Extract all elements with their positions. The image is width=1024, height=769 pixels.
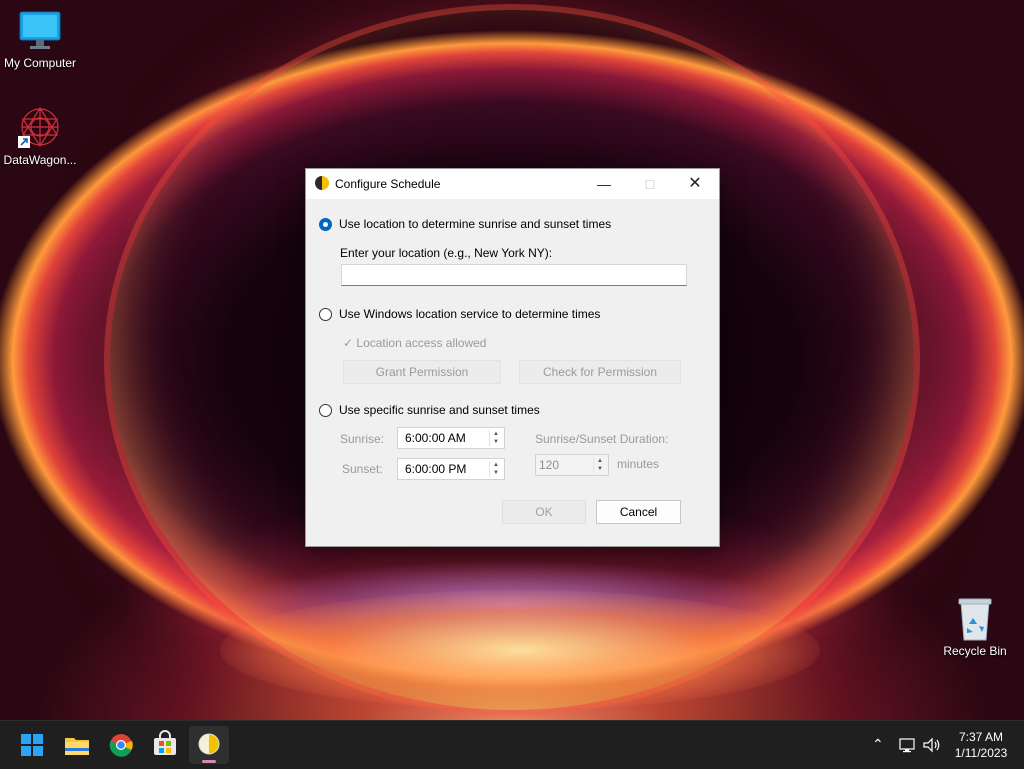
- spin-up-icon[interactable]: ▲: [490, 430, 502, 438]
- configure-schedule-dialog: Configure Schedule — □ ✕ Use location to…: [305, 168, 720, 547]
- file-explorer-button[interactable]: [57, 726, 97, 764]
- recycle-bin-icon: [953, 596, 997, 641]
- chevron-up-icon[interactable]: ⌃: [872, 736, 884, 753]
- location-prompt: Enter your location (e.g., New York NY):: [340, 246, 553, 260]
- spin-down-icon[interactable]: ▼: [594, 465, 606, 473]
- taskbar: ⌃ 7:37 AM 1/11/2023: [0, 720, 1024, 769]
- location-access-status: ✓ Location access allowed: [343, 336, 487, 350]
- desktop-icon-datawagon[interactable]: DataWagon...: [0, 105, 80, 167]
- sunrise-value: 6:00:00 AM: [405, 431, 466, 445]
- check-permission-button[interactable]: Check for Permission: [519, 360, 681, 384]
- store-button[interactable]: [145, 726, 185, 764]
- dialog-title: Configure Schedule: [335, 177, 441, 191]
- duration-unit: minutes: [617, 457, 660, 471]
- cancel-button[interactable]: Cancel: [596, 500, 681, 524]
- start-icon: [21, 734, 43, 756]
- clock[interactable]: 7:37 AM 1/11/2023: [950, 729, 1012, 761]
- dialog-titlebar[interactable]: Configure Schedule — □ ✕: [306, 169, 719, 199]
- maximize-button[interactable]: □: [627, 169, 673, 199]
- sunset-spinner[interactable]: ▲ ▼: [489, 461, 502, 477]
- sunset-value: 6:00:00 PM: [405, 462, 467, 476]
- file-explorer-icon: [65, 738, 89, 755]
- radio-label: Use Windows location service to determin…: [339, 307, 601, 321]
- sunrise-time-picker[interactable]: 6:00:00 AM ▲ ▼: [397, 427, 505, 449]
- close-button[interactable]: ✕: [672, 169, 718, 199]
- radio-indicator[interactable]: [319, 217, 332, 231]
- radio-indicator[interactable]: [319, 307, 332, 321]
- spin-up-icon[interactable]: ▲: [490, 461, 502, 469]
- start-button[interactable]: [12, 726, 52, 764]
- radio-indicator[interactable]: [319, 403, 332, 417]
- volume-icon[interactable]: [922, 736, 942, 754]
- spin-down-icon[interactable]: ▼: [490, 469, 502, 477]
- app-icon: [315, 176, 329, 190]
- clock-date: 1/11/2023: [954, 746, 1008, 760]
- radio-label: Use specific sunrise and sunset times: [339, 403, 540, 417]
- radio-windows-location-service[interactable]: Use Windows location service to determin…: [319, 306, 600, 322]
- radio-label: Use location to determine sunrise and su…: [339, 217, 612, 231]
- duration-label: Sunrise/Sunset Duration:: [535, 432, 669, 446]
- chrome-button[interactable]: [101, 726, 141, 764]
- app-button[interactable]: [189, 726, 229, 764]
- store-icon: [154, 730, 176, 755]
- app-icon: [198, 733, 220, 755]
- duration-value: 120: [539, 458, 560, 472]
- minimize-button[interactable]: —: [581, 169, 627, 199]
- desktop-icon-my-computer[interactable]: My Computer: [0, 8, 80, 70]
- monitor-icon: [18, 8, 62, 52]
- grant-permission-button[interactable]: Grant Permission: [343, 360, 501, 384]
- spin-up-icon[interactable]: ▲: [594, 457, 606, 465]
- desktop-icon-label: Recycle Bin: [943, 644, 1007, 658]
- radio-specific-times[interactable]: Use specific sunrise and sunset times: [319, 402, 540, 418]
- location-input[interactable]: [341, 264, 687, 286]
- sunrise-label: Sunrise:: [340, 432, 385, 446]
- radio-use-location[interactable]: Use location to determine sunrise and su…: [319, 216, 611, 232]
- datawagon-icon: [18, 105, 62, 149]
- sunset-time-picker[interactable]: 6:00:00 PM ▲ ▼: [397, 458, 505, 480]
- ok-button[interactable]: OK: [502, 500, 586, 524]
- duration-spinner[interactable]: 120 ▲ ▼: [535, 454, 609, 476]
- chrome-icon: [109, 734, 133, 757]
- network-icon[interactable]: [898, 736, 916, 754]
- spin-down-icon[interactable]: ▼: [490, 438, 502, 446]
- desktop-icon-recycle-bin[interactable]: Recycle Bin: [935, 596, 1015, 658]
- desktop-icon-label: My Computer: [3, 56, 77, 70]
- sunrise-spinner[interactable]: ▲ ▼: [489, 430, 502, 446]
- active-indicator: [202, 760, 216, 763]
- duration-arrows[interactable]: ▲ ▼: [593, 457, 606, 473]
- desktop-icon-label: DataWagon...: [3, 153, 77, 167]
- sunset-label: Sunset:: [342, 462, 383, 476]
- clock-time: 7:37 AM: [958, 730, 1004, 744]
